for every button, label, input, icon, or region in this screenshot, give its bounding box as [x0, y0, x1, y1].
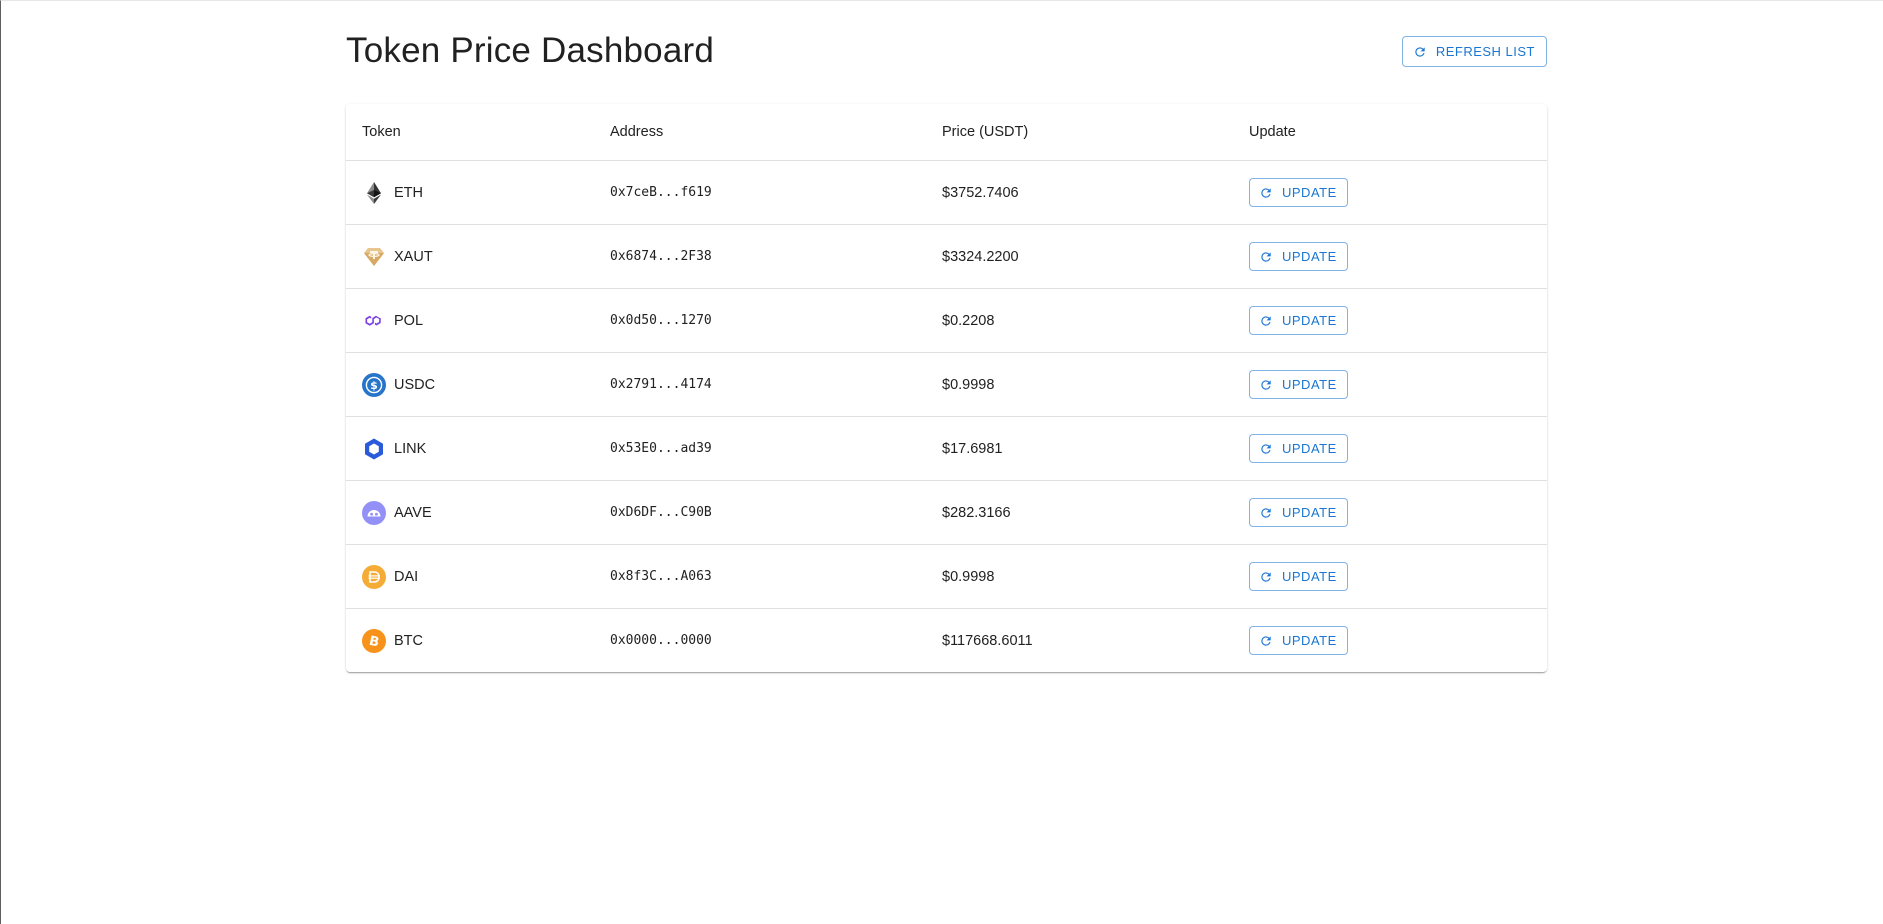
usdc-icon: $ [362, 372, 386, 397]
token-address: 0x6874...2F38 [594, 224, 926, 289]
chainlink-icon [362, 437, 386, 461]
refresh-icon [1259, 186, 1273, 200]
token-address: 0xD6DF...C90B [594, 480, 926, 545]
update-label: UPDATE [1282, 505, 1337, 520]
refresh-list-button[interactable]: REFRESH LIST [1401, 36, 1547, 67]
column-header-price: Price (USDT) [926, 104, 1233, 161]
update-button[interactable]: UPDATE [1249, 242, 1348, 271]
page-title: Token Price Dashboard [346, 31, 715, 70]
refresh-icon [1259, 634, 1273, 648]
ethereum-icon [362, 181, 386, 205]
table-row: LINK 0x53E0...ad39 $17.6981 UPDATE [346, 416, 1547, 481]
token-cell: B BTC [362, 628, 594, 653]
update-label: UPDATE [1282, 569, 1337, 584]
table-row: POL 0x0d50...1270 $0.2208 UPDATE [346, 288, 1547, 353]
token-address: 0x2791...4174 [594, 352, 926, 417]
update-label: UPDATE [1282, 633, 1337, 648]
table-header-row: Token Address Price (USDT) Update [346, 104, 1547, 161]
update-button[interactable]: UPDATE [1249, 178, 1348, 207]
update-button[interactable]: UPDATE [1249, 434, 1348, 463]
update-label: UPDATE [1282, 313, 1337, 328]
refresh-icon [1259, 314, 1273, 328]
page-header: Token Price Dashboard REFRESH LIST [346, 1, 1547, 104]
token-cell: ETH [362, 181, 594, 205]
polygon-icon [362, 309, 386, 333]
update-button[interactable]: UPDATE [1249, 370, 1348, 399]
column-header-token: Token [346, 104, 594, 161]
refresh-icon [1259, 570, 1273, 584]
token-price: $117668.6011 [942, 632, 1033, 649]
tether-gold-icon [362, 245, 386, 269]
token-cell: $ USDC [362, 372, 594, 397]
bitcoin-icon: B [362, 628, 386, 653]
token-cell: DAI [362, 564, 594, 589]
refresh-icon [1259, 442, 1273, 456]
token-address: 0x8f3C...A063 [594, 544, 926, 609]
update-button[interactable]: UPDATE [1249, 562, 1348, 591]
token-price-table: Token Address Price (USDT) Update ETH 0x… [346, 104, 1547, 672]
token-symbol: ETH [394, 184, 423, 201]
token-symbol: LINK [394, 440, 427, 457]
update-button[interactable]: UPDATE [1249, 626, 1348, 655]
app-frame: Token Price Dashboard REFRESH LIST Token… [0, 0, 1883, 924]
token-symbol: POL [394, 312, 424, 329]
refresh-icon [1259, 378, 1273, 392]
token-address: 0x53E0...ad39 [594, 416, 926, 481]
update-label: UPDATE [1282, 185, 1337, 200]
table-row: DAI 0x8f3C...A063 $0.9998 UPDATE [346, 544, 1547, 609]
token-price: $282.3166 [926, 480, 1233, 545]
token-price: $3752.7406 [926, 160, 1233, 225]
svg-text:$: $ [370, 379, 378, 392]
token-table-container: Token Address Price (USDT) Update ETH 0x… [346, 104, 1547, 672]
token-cell: LINK [362, 437, 594, 461]
table-row: $ USDC 0x2791...4174 $0.9998 UPDATE [346, 352, 1547, 417]
column-header-address: Address [594, 104, 926, 161]
update-label: UPDATE [1282, 441, 1337, 456]
dashboard-container: Token Price Dashboard REFRESH LIST Token… [346, 1, 1547, 672]
update-button[interactable]: UPDATE [1249, 498, 1348, 527]
token-symbol: USDC [394, 376, 436, 393]
refresh-icon [1259, 250, 1273, 264]
token-cell: AAVE [362, 500, 594, 525]
token-price: $3324.2200 [926, 224, 1233, 289]
update-label: UPDATE [1282, 249, 1337, 264]
update-label: UPDATE [1282, 377, 1337, 392]
column-header-update: Update [1233, 104, 1547, 161]
table-row: ETH 0x7ceB...f619 $3752.7406 UPDATE [346, 160, 1547, 225]
refresh-icon [1413, 45, 1427, 59]
table-row: XAUT 0x6874...2F38 $3324.2200 UPDATE [346, 224, 1547, 289]
token-address: 0x7ceB...f619 [594, 160, 926, 225]
token-price: $0.9998 [926, 352, 1233, 417]
token-symbol: BTC [394, 632, 423, 649]
token-price: $17.6981 [926, 416, 1233, 481]
token-symbol: DAI [394, 568, 419, 585]
update-button[interactable]: UPDATE [1249, 306, 1348, 335]
aave-icon [362, 500, 386, 525]
refresh-icon [1259, 506, 1273, 520]
table-row: AAVE 0xD6DF...C90B $282.3166 UPDATE [346, 480, 1547, 545]
token-symbol: AAVE [394, 504, 432, 521]
token-cell: XAUT [362, 245, 594, 269]
token-address: 0x0d50...1270 [594, 288, 926, 353]
token-symbol: XAUT [394, 248, 433, 265]
token-address: 0x0000...0000 [610, 633, 712, 648]
token-cell: POL [362, 309, 594, 333]
token-price: $0.2208 [926, 288, 1233, 353]
refresh-list-label: REFRESH LIST [1435, 44, 1535, 59]
table-row: B BTC 0x0000...0000 $117668.6011 UPDATE [346, 609, 1547, 673]
token-price: $0.9998 [926, 544, 1233, 609]
dai-icon [362, 564, 386, 589]
